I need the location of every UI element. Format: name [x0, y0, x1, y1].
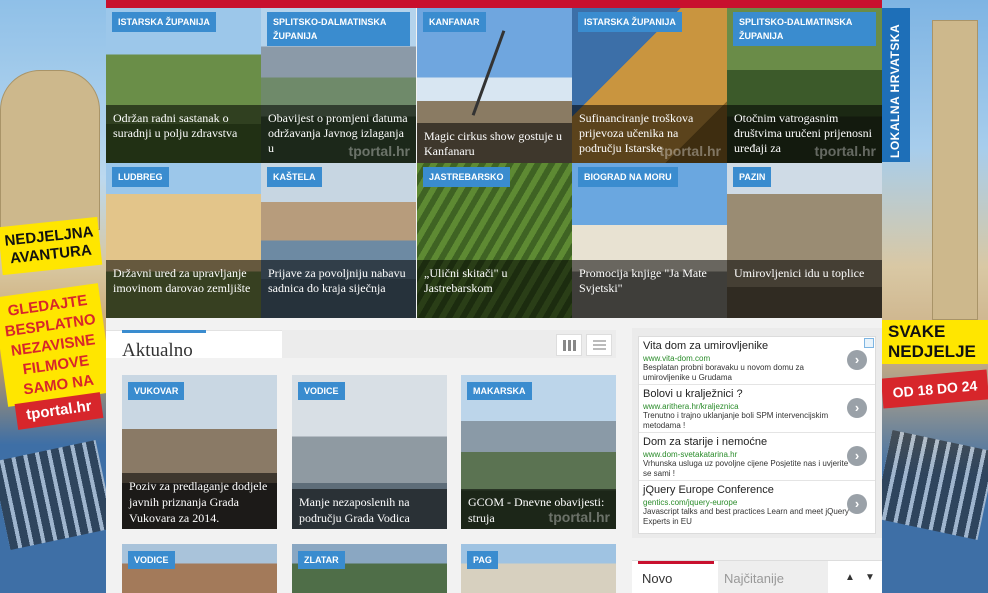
location-tag[interactable]: JASTREBARSKO — [423, 167, 510, 187]
location-tag[interactable]: KAŠTELA — [267, 167, 322, 187]
ad-go-icon[interactable]: › — [847, 494, 867, 514]
location-tag[interactable]: PAG — [467, 551, 498, 569]
news-caption[interactable]: Manje nezaposlenih na području Grada Vod… — [292, 489, 447, 529]
news-caption[interactable]: Održan radni sastanak o suradnji u polju… — [106, 105, 261, 163]
watermark: tportal.hr — [814, 143, 876, 159]
news-caption[interactable]: Poziv za predlaganje dodjele javnih priz… — [122, 473, 277, 529]
news-tile[interactable]: ISTARSKA ŽUPANIJA Sufinanciranje troškov… — [572, 8, 727, 163]
news-tile[interactable]: SPLITSKO-DALMATINSKA ŽUPANIJA Obavijest … — [261, 8, 416, 163]
news-tile[interactable]: KAŠTELA Prijave za povoljniju nabavu sad… — [261, 163, 416, 318]
aktualno-card[interactable]: VODICE — [122, 544, 277, 593]
ad-title[interactable]: Dom za starije i nemoćne — [643, 436, 767, 448]
lokalna-hrvatska-banner[interactable]: LOKALNA HRVATSKA — [882, 8, 910, 162]
ad-description: Javascript talks and best practices Lear… — [643, 507, 849, 526]
location-tag[interactable]: VODICE — [128, 551, 175, 569]
promo-title: NEDJELJNA AVANTURA — [0, 216, 103, 276]
location-tag[interactable]: MAKARSKA — [467, 382, 532, 400]
news-caption[interactable]: Prijave za povoljniju nabavu sadnica do … — [261, 260, 416, 318]
news-tile[interactable]: PAZIN Umirovljenici idu u toplice — [727, 163, 882, 318]
list-icon — [593, 340, 606, 351]
ad-url[interactable]: gentics.com/jquery-europe — [643, 498, 737, 507]
ad-go-icon[interactable]: › — [847, 398, 867, 418]
ads-box: Vita dom za umirovljenike www.vita-dom.c… — [638, 336, 876, 534]
location-tag[interactable]: VUKOVAR — [128, 382, 185, 400]
ad-item[interactable]: jQuery Europe Conference gentics.com/jqu… — [639, 481, 875, 529]
ad-description: Vrhunska usluga uz povoljne cijene Posje… — [643, 459, 849, 478]
location-tag[interactable]: LUDBREG — [112, 167, 169, 187]
ad-url[interactable]: www.arithera.hr/kraljeznica — [643, 402, 739, 411]
news-tile[interactable]: KANFANAR Magic cirkus show gostuje u Kan… — [417, 8, 572, 163]
grid-icon — [563, 340, 576, 351]
news-tile[interactable]: JASTREBARSKO „Ulični skitači" u Jastreba… — [417, 163, 572, 318]
ad-item[interactable]: Dom za starije i nemoćne www.dom-svetaka… — [639, 433, 875, 481]
location-tag[interactable]: SPLITSKO-DALMATINSKA ŽUPANIJA — [267, 12, 410, 46]
news-caption[interactable]: Promocija knjige "Ja Mate Svjetski" — [572, 260, 727, 318]
news-tabs: Novo Najčitanije ▲ ▼ — [632, 560, 882, 593]
location-tag[interactable]: VODICE — [298, 382, 345, 400]
ad-item[interactable]: Bolovi u kralježnici ? www.arithera.hr/k… — [639, 385, 875, 433]
ad-title[interactable]: Vita dom za umirovljenike — [643, 340, 768, 352]
news-tile[interactable]: LUDBREG Državni ured za upravljanje imov… — [106, 163, 261, 318]
watermark: tportal.hr — [348, 143, 410, 159]
location-tag[interactable]: PAZIN — [733, 167, 772, 187]
news-tile[interactable]: SPLITSKO-DALMATINSKA ŽUPANIJA Otočnim va… — [727, 8, 882, 163]
promo-title-right: SVAKE NEDJELJE — [882, 320, 988, 364]
arrow-up-icon[interactable]: ▲ — [840, 569, 860, 587]
tab-najcitanije[interactable]: Najčitanije — [718, 561, 828, 593]
ad-item[interactable]: Vita dom za umirovljenike www.vita-dom.c… — [639, 337, 875, 385]
promo-lines: GLEDAJTE BESPLATNO NEZAVISNE FILMOVE SAM… — [0, 283, 106, 407]
church-tower-image — [0, 70, 100, 230]
location-tag[interactable]: ISTARSKA ŽUPANIJA — [112, 12, 216, 32]
aktualno-card[interactable]: VODICE Manje nezaposlenih na području Gr… — [292, 375, 447, 529]
film-strip-decoration — [0, 439, 106, 551]
ad-description: Besplatan probni boravaku u novom domu z… — [643, 363, 804, 382]
main-content: ISTARSKA ŽUPANIJA Održan radni sastanak … — [106, 0, 882, 593]
location-tag[interactable]: BIOGRAD NA MORU — [578, 167, 678, 187]
ad-go-icon[interactable]: › — [847, 446, 867, 466]
location-tag[interactable]: ISTARSKA ŽUPANIJA — [578, 12, 682, 32]
news-tile[interactable]: ISTARSKA ŽUPANIJA Održan radni sastanak … — [106, 8, 261, 163]
left-wallpaper-ad[interactable]: NEDJELJNA AVANTURA GLEDAJTE BESPLATNO NE… — [0, 0, 106, 593]
side-banner-label: LOKALNA HRVATSKA — [888, 23, 902, 158]
news-grid: ISTARSKA ŽUPANIJA Održan radni sastanak … — [106, 8, 882, 318]
ad-url[interactable]: www.dom-svetakatarina.hr — [643, 450, 737, 459]
list-view-button[interactable] — [586, 334, 612, 356]
ad-go-icon[interactable]: › — [847, 350, 867, 370]
ad-description: Trenutno i trajno uklanjanje boli SPM in… — [643, 411, 829, 430]
section-title: Aktualno — [122, 340, 193, 361]
top-accent-bar — [106, 0, 882, 8]
promo-time: OD 18 DO 24 — [882, 369, 988, 409]
bell-tower-image — [932, 20, 978, 320]
watermark: tportal.hr — [659, 143, 721, 159]
news-caption[interactable]: „Ulični skitači" u Jastrebarskom — [417, 260, 572, 318]
tab-novo[interactable]: Novo — [638, 561, 714, 593]
location-tag[interactable]: ZLATAR — [298, 551, 345, 569]
watermark: tportal.hr — [548, 509, 610, 525]
ad-url[interactable]: www.vita-dom.com — [643, 354, 710, 363]
location-tag[interactable]: SPLITSKO-DALMATINSKA ŽUPANIJA — [733, 12, 876, 46]
ad-title[interactable]: jQuery Europe Conference — [643, 484, 774, 496]
grid-view-button[interactable] — [556, 334, 582, 356]
aktualno-card[interactable]: VUKOVAR Poziv za predlaganje dodjele jav… — [122, 375, 277, 529]
news-tile[interactable]: BIOGRAD NA MORU Promocija knjige "Ja Mat… — [572, 163, 727, 318]
film-strip-decoration — [882, 429, 988, 541]
news-caption[interactable]: Državni ured za upravljanje imovinom dar… — [106, 260, 261, 318]
location-tag[interactable]: KANFANAR — [423, 12, 486, 32]
aktualno-card[interactable]: PAG — [461, 544, 616, 593]
promo-title-right-text: SVAKE NEDJELJE — [888, 322, 976, 361]
aktualno-accent — [122, 330, 206, 333]
arrow-down-icon[interactable]: ▼ — [860, 569, 880, 587]
news-caption[interactable]: Magic cirkus show gostuje u Kanfanaru — [417, 123, 572, 163]
ad-title[interactable]: Bolovi u kralježnici ? — [643, 388, 743, 400]
promo-title-text: NEDJELJNA AVANTURA — [3, 223, 95, 268]
aktualno-card[interactable]: MAKARSKA GCOM - Dnevne obavijesti: struj… — [461, 375, 616, 529]
aktualno-card[interactable]: ZLATAR — [292, 544, 447, 593]
news-caption[interactable]: Umirovljenici idu u toplice — [727, 260, 882, 318]
